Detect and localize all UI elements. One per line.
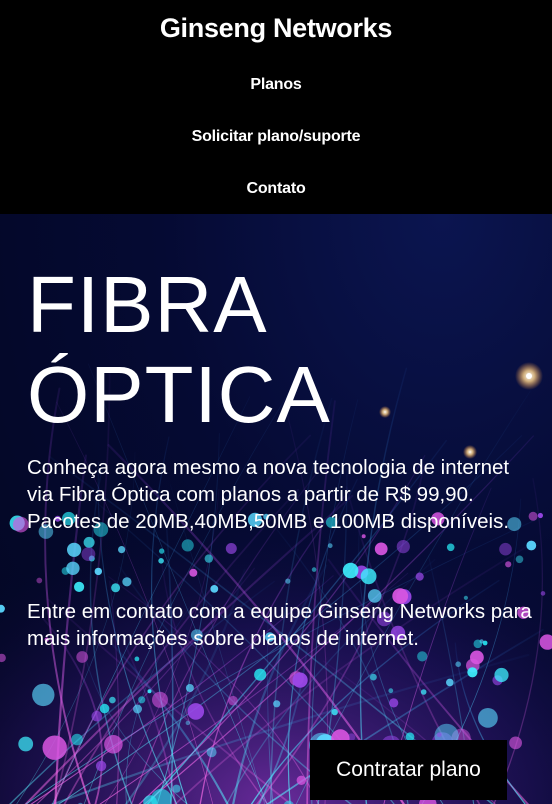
fiber-tip xyxy=(415,572,424,581)
fiber-tip xyxy=(109,696,116,704)
fiber-tip xyxy=(509,736,522,750)
fiber-tip xyxy=(138,696,146,704)
fiber-tip xyxy=(254,668,267,681)
fiber-tip xyxy=(181,539,194,552)
fiber-tip xyxy=(172,784,181,793)
fiber-tip xyxy=(467,667,478,678)
fiber-tip xyxy=(185,684,194,692)
fiber-tip xyxy=(327,543,333,549)
hero-section: FIBRA ÓPTICA Conheça agora mesmo a nova … xyxy=(0,214,552,804)
fiber-tip xyxy=(396,540,410,554)
fiber-tip xyxy=(74,581,85,592)
fiber-tip xyxy=(494,667,509,683)
fiber-tip xyxy=(505,561,512,568)
fiber-tip xyxy=(420,689,427,695)
fiber-tip xyxy=(66,561,80,575)
fiber-tip xyxy=(94,567,103,576)
fiber-tip xyxy=(99,703,110,714)
fiber-tip xyxy=(436,732,442,738)
fiber-tip xyxy=(360,568,377,585)
fiber-tip xyxy=(342,562,359,579)
hero-title: FIBRA ÓPTICA xyxy=(27,260,331,440)
fiber-tip xyxy=(515,555,524,564)
fiber-tip xyxy=(118,546,126,554)
fiber-tip xyxy=(189,568,198,577)
fiber-tip xyxy=(83,536,95,548)
fiber-tip xyxy=(187,703,205,720)
fiber-tip xyxy=(159,548,165,554)
fiber-tip xyxy=(389,698,399,708)
brand-title[interactable]: Ginseng Networks xyxy=(0,10,552,46)
hero-title-line-1: FIBRA xyxy=(27,260,268,349)
fiber-tip xyxy=(18,736,34,752)
fiber-tip xyxy=(273,700,281,708)
fiber-tip xyxy=(134,656,140,662)
fiber-tip xyxy=(526,540,537,551)
fiber-tip xyxy=(206,747,217,758)
fiber-tip xyxy=(42,735,67,760)
hero-description: Conheça agora mesmo a nova tecnologia de… xyxy=(27,456,510,533)
fiber-tip xyxy=(133,704,142,714)
fiber-tip xyxy=(71,733,83,746)
fiber-tip xyxy=(374,542,388,556)
fiber-tip xyxy=(32,683,55,707)
fiber-tip xyxy=(91,710,103,722)
fiber-tip xyxy=(470,650,484,665)
fiber-tip xyxy=(204,554,213,563)
fiber-tip xyxy=(540,591,546,596)
fiber-tip xyxy=(36,577,43,584)
fiber-tip xyxy=(122,577,132,587)
fiber-tip xyxy=(311,567,317,572)
fiber-tip xyxy=(111,583,121,593)
fiber-tip xyxy=(104,735,123,754)
fiber-tip xyxy=(446,543,455,552)
site-header: Ginseng Networks Planos Solicitar plano/… xyxy=(0,0,552,214)
nav-item-solicitar-plano-suporte[interactable]: Solicitar plano/suporte xyxy=(0,127,552,147)
fiber-tip xyxy=(478,708,498,728)
fiber-tip xyxy=(81,547,96,561)
fiber-tip xyxy=(292,672,308,688)
fiber-tip xyxy=(210,585,219,593)
fiber-tip xyxy=(67,542,82,557)
hero-contact-text: Entre em contato com a equipe Ginseng Ne… xyxy=(27,600,532,650)
fiber-tip xyxy=(152,691,168,708)
fiber-tip xyxy=(331,708,338,716)
hero-title-line-2: ÓPTICA xyxy=(27,350,331,439)
fiber-tip xyxy=(499,542,512,556)
fiber-tip xyxy=(455,661,462,667)
contratar-plano-button[interactable]: Contratar plano xyxy=(310,740,507,800)
fiber-tip xyxy=(147,689,152,694)
fiber-tip xyxy=(228,695,238,706)
fiber-tip xyxy=(158,558,164,564)
fiber-tip xyxy=(388,688,394,694)
fiber-tip xyxy=(76,651,89,663)
fiber-tip xyxy=(370,673,377,681)
fiber-tip xyxy=(417,651,428,662)
fiber-tip xyxy=(446,678,454,687)
fiber-tip xyxy=(285,578,291,584)
nav-item-planos[interactable]: Planos xyxy=(0,75,552,95)
fiber-tip xyxy=(296,775,306,785)
fiber-tip xyxy=(537,512,544,519)
fiber-tip xyxy=(95,760,107,772)
fiber-tip xyxy=(185,720,190,726)
fiber-tip xyxy=(225,543,237,554)
nav-item-contato[interactable]: Contato xyxy=(0,179,552,199)
